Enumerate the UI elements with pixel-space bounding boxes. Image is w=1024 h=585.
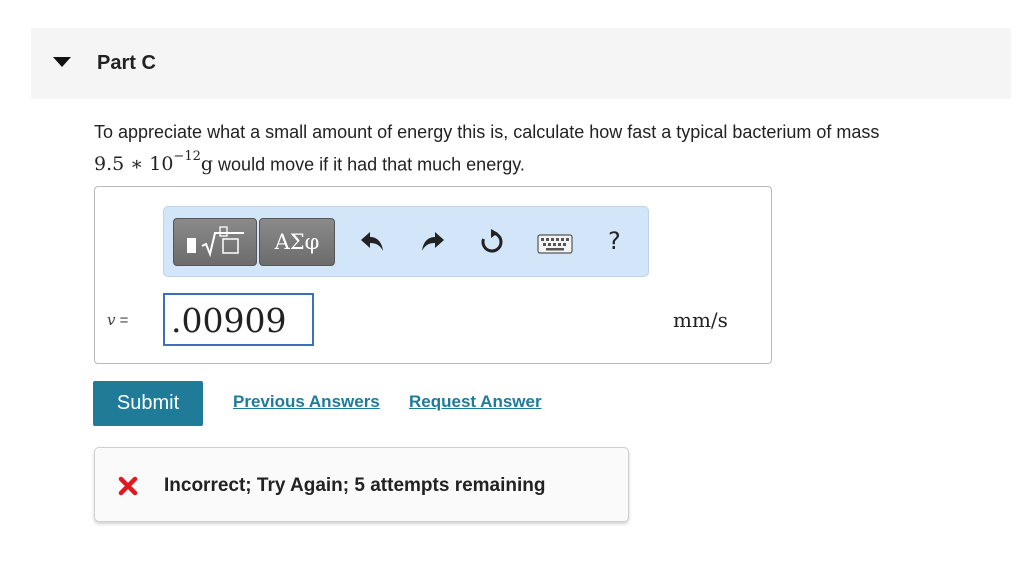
mass-unit: g: [200, 153, 214, 176]
redo-icon[interactable]: [420, 229, 446, 255]
request-answer-link[interactable]: Request Answer: [409, 392, 542, 412]
previous-answers-link[interactable]: Previous Answers: [233, 392, 380, 412]
feedback-text: Incorrect; Try Again; 5 attempts remaini…: [164, 475, 546, 496]
incorrect-x-icon: [118, 476, 138, 496]
mass-exponent: −12: [173, 149, 201, 164]
collapse-caret-icon[interactable]: [53, 57, 71, 67]
feedback-box: Incorrect; Try Again; 5 attempts remaini…: [94, 447, 629, 522]
mass-expression: 9.5 ∗ 10−12g: [94, 149, 214, 176]
greek-symbols-label: ΑΣφ: [274, 230, 320, 254]
multiply-operator: ∗: [130, 153, 144, 176]
part-title: Part C: [97, 52, 156, 74]
question-text-before: To appreciate what a small amount of ene…: [94, 122, 880, 142]
equals-sign: =: [119, 312, 129, 329]
greek-symbols-button[interactable]: ΑΣφ: [259, 218, 335, 266]
variable-symbol: v: [107, 311, 116, 329]
math-toolbar: ΑΣφ ?: [163, 206, 649, 277]
part-header[interactable]: Part C: [31, 28, 1011, 99]
templates-button[interactable]: [173, 218, 257, 266]
mass-mantissa: 9.5: [94, 153, 125, 176]
mass-base: 10: [149, 153, 174, 176]
question-text: To appreciate what a small amount of ene…: [94, 118, 1014, 178]
answer-variable-label: v =: [107, 311, 128, 329]
keyboard-icon[interactable]: [537, 231, 573, 257]
answer-input[interactable]: [163, 293, 314, 346]
submit-button[interactable]: Submit: [93, 381, 203, 426]
answer-box: ΑΣφ ? v = mm/s: [94, 186, 772, 364]
undo-icon[interactable]: [359, 229, 385, 255]
answer-unit: mm/s: [673, 308, 728, 332]
question-text-after: would move if it had that much energy.: [218, 154, 525, 175]
help-button[interactable]: ?: [608, 227, 621, 255]
radical-template-icon: [187, 226, 244, 258]
reset-icon[interactable]: [479, 229, 505, 255]
